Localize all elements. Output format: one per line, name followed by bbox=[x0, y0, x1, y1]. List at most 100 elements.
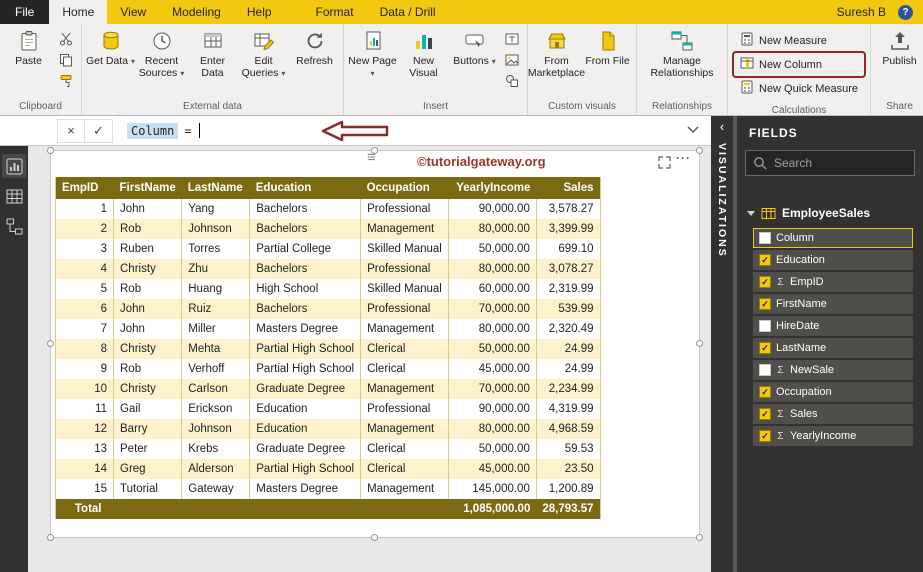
text-box-icon[interactable] bbox=[503, 31, 521, 47]
table-cell: Skilled Manual bbox=[361, 239, 449, 259]
get-data-button[interactable]: Get Data ▾ bbox=[85, 25, 136, 69]
formula-cancel-button[interactable]: × bbox=[58, 120, 85, 142]
field-checkbox[interactable]: ✓ bbox=[759, 254, 771, 266]
field-item-empid[interactable]: ✓ Σ EmpID bbox=[753, 272, 913, 292]
tab-format[interactable]: Format bbox=[303, 0, 367, 24]
new-measure-button[interactable]: New Measure bbox=[735, 30, 863, 51]
cut-icon[interactable] bbox=[57, 31, 75, 47]
table-cell: 50,000.00 bbox=[448, 239, 536, 259]
field-checkbox[interactable]: ✓ bbox=[759, 408, 771, 420]
formula-token: Column bbox=[127, 123, 178, 139]
field-item-occupation[interactable]: ✓ Occupation bbox=[753, 382, 913, 402]
field-item-column[interactable]: Column bbox=[753, 228, 913, 248]
format-painter-icon[interactable] bbox=[57, 73, 75, 89]
column-header[interactable]: LastName bbox=[182, 177, 250, 199]
visualizations-panel-collapsed[interactable]: ‹ VISUALIZATIONS bbox=[711, 116, 733, 572]
search-input[interactable] bbox=[774, 156, 894, 170]
formula-expand-chevron-icon[interactable] bbox=[687, 126, 699, 134]
resize-handle[interactable] bbox=[696, 340, 703, 347]
refresh-button[interactable]: Refresh bbox=[289, 25, 340, 69]
report-canvas[interactable]: ≡ ©tutorialgateway.org ··· EmpIDFirstNam… bbox=[28, 146, 711, 572]
caret-down-icon: ▾ bbox=[281, 69, 285, 78]
recent-sources-button[interactable]: Recent Sources ▾ bbox=[136, 25, 187, 81]
field-checkbox[interactable] bbox=[759, 320, 771, 332]
buttons-button[interactable]: Buttons ▾ bbox=[449, 25, 500, 69]
table-visual[interactable]: ≡ ©tutorialgateway.org ··· EmpIDFirstNam… bbox=[50, 150, 700, 538]
help-icon[interactable]: ? bbox=[898, 5, 913, 20]
table-row: 7JohnMillerMasters DegreeManagement80,00… bbox=[56, 319, 601, 339]
field-checkbox[interactable] bbox=[759, 364, 771, 376]
enter-data-button[interactable]: Enter Data bbox=[187, 25, 238, 81]
column-header[interactable]: Occupation bbox=[361, 177, 449, 199]
data-view-button[interactable] bbox=[2, 184, 26, 208]
expand-triangle-icon[interactable] bbox=[747, 211, 755, 216]
column-header[interactable]: Education bbox=[250, 177, 361, 199]
column-header[interactable]: Sales bbox=[536, 177, 600, 199]
table-row: 13PeterKrebsGraduate DegreeClerical50,00… bbox=[56, 439, 601, 459]
new-visual-button[interactable]: New Visual bbox=[398, 25, 449, 81]
shapes-icon[interactable] bbox=[503, 73, 521, 89]
report-view-button[interactable] bbox=[2, 154, 26, 178]
field-checkbox[interactable] bbox=[759, 232, 771, 244]
column-header[interactable]: FirstName bbox=[114, 177, 182, 199]
from-marketplace-button[interactable]: From Marketplace bbox=[531, 25, 582, 81]
field-item-firstname[interactable]: ✓ FirstName bbox=[753, 294, 913, 314]
table-cell: Rob bbox=[114, 219, 182, 239]
new-page-button[interactable]: New Page ▾ bbox=[347, 25, 398, 81]
copy-icon[interactable] bbox=[57, 52, 75, 68]
field-checkbox[interactable]: ✓ bbox=[759, 430, 771, 442]
focus-mode-icon[interactable] bbox=[658, 156, 671, 169]
field-item-newsale[interactable]: Σ NewSale bbox=[753, 360, 913, 380]
edit-queries-button[interactable]: Edit Queries ▾ bbox=[238, 25, 289, 81]
paste-button[interactable]: Paste bbox=[3, 25, 54, 69]
edit-queries-label: Edit Queries ▾ bbox=[239, 55, 288, 79]
field-checkbox[interactable]: ✓ bbox=[759, 298, 771, 310]
tab-view[interactable]: View bbox=[107, 0, 159, 24]
field-item-education[interactable]: ✓ Education bbox=[753, 250, 913, 270]
image-icon[interactable] bbox=[503, 52, 521, 68]
column-header[interactable]: EmpID bbox=[56, 177, 114, 199]
field-item-yearlyincome[interactable]: ✓ Σ YearlyIncome bbox=[753, 426, 913, 446]
tab-help[interactable]: Help bbox=[234, 0, 285, 24]
table-cell: Graduate Degree bbox=[250, 379, 361, 399]
resize-handle[interactable] bbox=[47, 534, 54, 541]
table-cell: Professional bbox=[361, 259, 449, 279]
field-checkbox[interactable]: ✓ bbox=[759, 386, 771, 398]
share-group-label: Share bbox=[874, 100, 923, 115]
field-checkbox[interactable]: ✓ bbox=[759, 276, 771, 288]
table-cell: Management bbox=[361, 319, 449, 339]
model-view-button[interactable] bbox=[2, 214, 26, 238]
field-item-hiredate[interactable]: HireDate bbox=[753, 316, 913, 336]
resize-handle[interactable] bbox=[47, 340, 54, 347]
resize-handle[interactable] bbox=[696, 147, 703, 154]
drag-grip-icon[interactable]: ≡ bbox=[367, 151, 376, 165]
formula-input[interactable]: Column = bbox=[113, 116, 711, 145]
publish-button[interactable]: Publish bbox=[874, 25, 923, 69]
signed-in-user[interactable]: Suresh B bbox=[837, 5, 886, 19]
dataset-employeesales[interactable]: EmployeeSales bbox=[737, 186, 923, 226]
field-item-lastname[interactable]: ✓ LastName bbox=[753, 338, 913, 358]
table-cell: 59.53 bbox=[536, 439, 600, 459]
table-cell: 2,319.99 bbox=[536, 279, 600, 299]
fields-search-box[interactable] bbox=[745, 150, 915, 176]
table-cell: 45,000.00 bbox=[448, 359, 536, 379]
manage-relationships-button[interactable]: Manage Relationships bbox=[640, 25, 724, 81]
tab-home[interactable]: Home bbox=[49, 0, 107, 24]
formula-commit-button[interactable]: ✓ bbox=[85, 120, 112, 142]
tab-modeling[interactable]: Modeling bbox=[159, 0, 234, 24]
from-file-button[interactable]: From File bbox=[582, 25, 633, 69]
new-quick-measure-button[interactable]: New Quick Measure bbox=[735, 78, 863, 99]
new-column-button[interactable]: New Column bbox=[735, 54, 863, 75]
table-cell: John bbox=[114, 199, 182, 219]
resize-handle[interactable] bbox=[47, 147, 54, 154]
more-options-icon[interactable]: ··· bbox=[676, 151, 691, 165]
expand-panel-chevron-icon[interactable]: ‹ bbox=[720, 121, 724, 133]
tab-file[interactable]: File bbox=[0, 0, 49, 24]
field-checkbox[interactable]: ✓ bbox=[759, 342, 771, 354]
resize-handle[interactable] bbox=[696, 534, 703, 541]
tab-data-drill[interactable]: Data / Drill bbox=[367, 0, 449, 24]
resize-handle[interactable] bbox=[371, 534, 378, 541]
column-header[interactable]: YearlyIncome bbox=[448, 177, 536, 199]
field-item-sales[interactable]: ✓ Σ Sales bbox=[753, 404, 913, 424]
table-row: 9RobVerhoffPartial High SchoolClerical45… bbox=[56, 359, 601, 379]
